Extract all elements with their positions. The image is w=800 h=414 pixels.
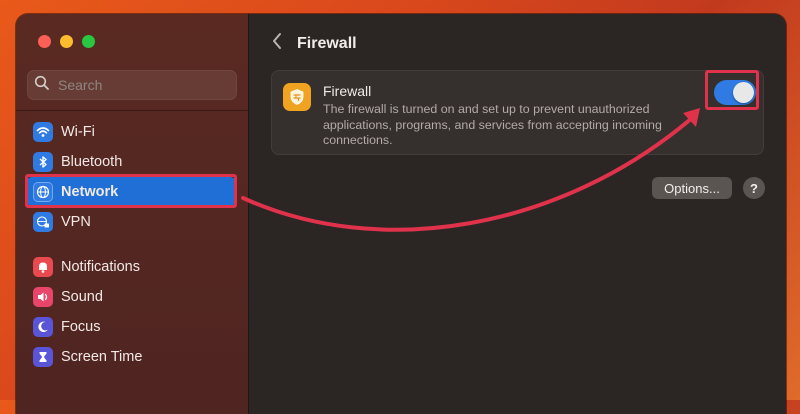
wifi-icon: [33, 121, 53, 142]
globe-lock-icon: [33, 211, 53, 232]
sidebar: Wi-Fi Bluetooth Network VPN: [16, 14, 249, 414]
search-input[interactable]: [56, 76, 230, 94]
page-title: Firewall: [297, 34, 357, 52]
sidebar-item-focus[interactable]: Focus: [26, 312, 236, 341]
firewall-toggle[interactable]: [714, 80, 756, 105]
sidebar-item-bluetooth[interactable]: Bluetooth: [26, 147, 236, 176]
sidebar-item-vpn[interactable]: VPN: [26, 207, 236, 236]
settings-window: Wi-Fi Bluetooth Network VPN: [16, 14, 786, 414]
speaker-icon: [33, 286, 53, 307]
moon-icon: [33, 316, 53, 337]
options-button[interactable]: Options...: [652, 177, 732, 199]
pane-header: Firewall: [271, 32, 357, 55]
minimize-window-button[interactable]: [60, 35, 73, 48]
sidebar-item-label: VPN: [61, 213, 91, 230]
sidebar-item-sound[interactable]: Sound: [26, 282, 236, 311]
sidebar-divider: [16, 110, 248, 111]
close-window-button[interactable]: [38, 35, 51, 48]
hourglass-icon: [33, 346, 53, 367]
search-field[interactable]: [27, 70, 237, 100]
sidebar-item-wifi[interactable]: Wi-Fi: [26, 117, 236, 146]
sidebar-item-label: Wi-Fi: [61, 123, 95, 140]
sidebar-item-notifications[interactable]: Notifications: [26, 252, 236, 281]
sidebar-item-network[interactable]: Network: [26, 177, 236, 206]
main-pane: Firewall Firewall The firewall is turned…: [249, 14, 786, 414]
search-icon: [34, 75, 50, 96]
zoom-window-button[interactable]: [82, 35, 95, 48]
help-button[interactable]: ?: [743, 177, 765, 199]
sidebar-item-label: Sound: [61, 288, 103, 305]
traffic-lights: [38, 35, 95, 48]
sidebar-item-label: Bluetooth: [61, 153, 123, 170]
bell-icon: [33, 256, 53, 277]
toggle-knob: [733, 82, 754, 103]
sidebar-item-label: Notifications: [61, 258, 140, 275]
sidebar-item-label: Screen Time: [61, 348, 143, 365]
sidebar-item-label: Focus: [61, 318, 101, 335]
bluetooth-icon: [33, 151, 53, 172]
back-chevron-icon[interactable]: [271, 32, 283, 55]
firewall-card: Firewall The firewall is turned on and s…: [271, 70, 764, 155]
sidebar-item-label: Network: [61, 183, 119, 200]
firewall-shield-icon: [283, 83, 311, 111]
firewall-title: Firewall: [323, 83, 372, 99]
firewall-description: The firewall is turned on and set up to …: [323, 102, 662, 147]
globe-icon: [33, 181, 53, 202]
sidebar-item-screen-time[interactable]: Screen Time: [26, 342, 236, 371]
